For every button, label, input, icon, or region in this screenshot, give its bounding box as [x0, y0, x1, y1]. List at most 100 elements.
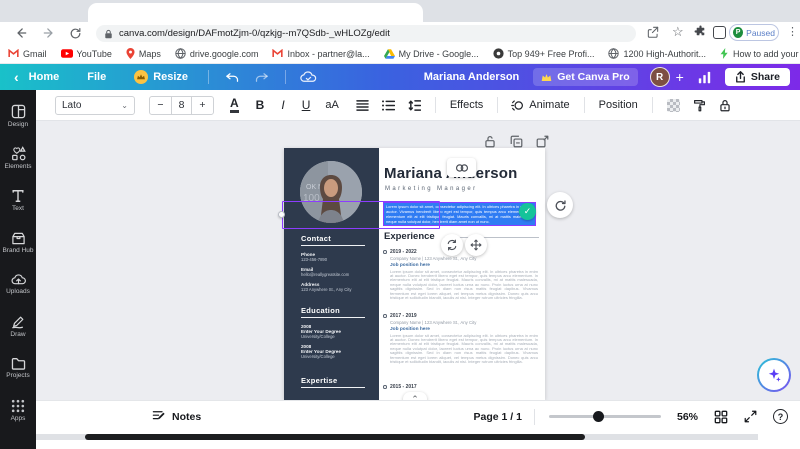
- back-home-chevron-icon[interactable]: ‹: [14, 69, 19, 85]
- zoom-slider[interactable]: [549, 415, 661, 418]
- back-icon[interactable]: [12, 24, 30, 42]
- position-button[interactable]: Position: [599, 99, 638, 111]
- bookmark-item[interactable]: 1200 High-Authorit...: [608, 48, 706, 59]
- font-family-select[interactable]: Lato ⌄: [55, 96, 135, 115]
- transparency-icon[interactable]: [667, 99, 680, 112]
- experience-entry[interactable]: 2017 - 2019 Company Name | 123 Anywhere …: [390, 313, 538, 365]
- rotate-button[interactable]: [547, 192, 573, 218]
- text-case-button[interactable]: aA: [325, 99, 338, 111]
- bookmark-item[interactable]: How to add your re...: [720, 48, 800, 59]
- sidebar-item-elements[interactable]: Elements: [0, 138, 36, 178]
- bookmark-item[interactable]: My Drive - Google...: [384, 49, 479, 59]
- font-size-increase[interactable]: +: [192, 97, 213, 114]
- page-indicator[interactable]: Page 1 / 1: [474, 411, 522, 423]
- share-page-icon[interactable]: [646, 25, 660, 39]
- move-handle-button[interactable]: [465, 234, 487, 256]
- copy-style-roller-icon[interactable]: [693, 99, 706, 112]
- horizontal-scrollbar-thumb[interactable]: [85, 434, 585, 440]
- grammarly-button[interactable]: ✓: [519, 203, 536, 220]
- job-body: Lorem ipsum dolor sit amet, consectetur …: [390, 334, 538, 365]
- spacing-icon[interactable]: [408, 100, 421, 111]
- lock-icon[interactable]: [719, 99, 731, 112]
- bookmark-item[interactable]: YouTube: [61, 49, 112, 59]
- crown-icon: [541, 73, 552, 82]
- sidebar-item-uploads[interactable]: Uploads: [0, 264, 36, 304]
- selected-summary-textbox[interactable]: Lorem ipsum dolor sit amet, consectetur …: [383, 202, 536, 226]
- bookmark-item[interactable]: drive.google.com: [175, 48, 259, 59]
- cloud-saved-icon[interactable]: [300, 70, 317, 84]
- home-button[interactable]: Home: [29, 71, 60, 83]
- canvas-area[interactable]: OK No 100 Contact Phone 123-456-7890 Ema…: [36, 121, 800, 400]
- help-button[interactable]: ?: [773, 409, 788, 424]
- bookmark-item[interactable]: Gmail: [8, 49, 47, 59]
- zoom-level[interactable]: 56%: [677, 411, 698, 423]
- selection-handle-left[interactable]: [278, 211, 285, 218]
- list-icon[interactable]: [382, 100, 395, 111]
- resume-page[interactable]: OK No 100 Contact Phone 123-456-7890 Ema…: [284, 148, 545, 400]
- undo-icon[interactable]: [225, 70, 240, 85]
- side-rail: Design Elements Text Brand Hub Uploads D…: [0, 90, 36, 449]
- collapse-toolbar-chevron[interactable]: ⌃: [403, 392, 427, 400]
- effects-button[interactable]: Effects: [450, 99, 483, 111]
- animate-icon[interactable]: [511, 99, 524, 112]
- notes-icon[interactable]: [152, 410, 166, 423]
- bold-button[interactable]: B: [256, 98, 265, 112]
- gmail-icon: [272, 49, 283, 58]
- sidebar-item-design[interactable]: Design: [0, 96, 36, 136]
- resume-sidebar[interactable]: OK No 100 Contact Phone 123-456-7890 Ema…: [284, 148, 379, 400]
- timeline-dot: [383, 385, 387, 389]
- timeline-dot: [383, 314, 387, 318]
- sidebar-item-brand-hub[interactable]: Brand Hub: [0, 222, 36, 262]
- underline-button[interactable]: U: [302, 98, 311, 112]
- italic-button[interactable]: I: [281, 98, 284, 112]
- font-size-decrease[interactable]: −: [150, 97, 171, 114]
- bookmark-item[interactable]: Top 949+ Free Profi...: [493, 48, 595, 59]
- experience-entry[interactable]: 2015 - 2017: [390, 384, 538, 390]
- bookmark-item[interactable]: Inbox - partner@la...: [272, 49, 369, 59]
- resize-button[interactable]: Resize: [153, 71, 188, 83]
- get-canva-pro-button[interactable]: Get Canva Pro: [533, 68, 637, 86]
- sidebar-item-draw[interactable]: Draw: [0, 306, 36, 346]
- bookmark-star-icon[interactable]: ☆: [672, 24, 684, 40]
- experience-entry[interactable]: 2019 - 2022 Company Name | 123 Anywhere …: [390, 249, 538, 301]
- insights-chart-icon[interactable]: [698, 71, 711, 84]
- share-button[interactable]: Share: [725, 68, 790, 86]
- animate-button[interactable]: Animate: [529, 99, 569, 111]
- magic-assistant-button[interactable]: [757, 358, 791, 392]
- forward-icon[interactable]: [40, 24, 58, 42]
- profile-square-icon[interactable]: [713, 26, 726, 39]
- floating-widget-button[interactable]: [447, 158, 476, 177]
- experience-heading[interactable]: Experience: [384, 231, 435, 242]
- bookmark-item[interactable]: Maps: [126, 48, 161, 59]
- text-color-button[interactable]: A: [230, 97, 239, 113]
- extensions-puzzle-icon[interactable]: [694, 25, 707, 38]
- resume-role[interactable]: Marketing Manager: [385, 186, 478, 192]
- browser-tab[interactable]: [88, 3, 423, 22]
- document-title[interactable]: Mariana Anderson: [424, 71, 520, 83]
- text-align-icon[interactable]: [356, 100, 369, 111]
- duplicate-page-icon[interactable]: [510, 135, 523, 148]
- font-size-stepper[interactable]: − 8 +: [149, 96, 214, 115]
- sidebar-item-text[interactable]: Text: [0, 180, 36, 220]
- redo-icon[interactable]: [254, 70, 269, 85]
- avatar[interactable]: R: [650, 67, 670, 87]
- site-icon: [493, 48, 504, 59]
- add-member-button[interactable]: +: [676, 69, 684, 85]
- profile-photo[interactable]: OK No 100: [300, 161, 362, 223]
- notes-button[interactable]: Notes: [172, 411, 201, 423]
- file-menu[interactable]: File: [87, 71, 106, 83]
- url-bar[interactable]: canva.com/design/DAFmotZjm-0/qzkjg--m7QS…: [96, 25, 636, 42]
- grid-view-icon[interactable]: [714, 410, 728, 424]
- job-dates: 2017 - 2019: [390, 313, 538, 319]
- sidebar-item-projects[interactable]: Projects: [0, 348, 36, 388]
- cycle-alternates-button[interactable]: [441, 234, 463, 256]
- browser-menu-icon[interactable]: ⋮: [787, 25, 798, 38]
- font-size-value[interactable]: 8: [171, 97, 192, 114]
- sidebar-item-apps[interactable]: Apps: [0, 390, 36, 430]
- fullscreen-icon[interactable]: [744, 410, 757, 423]
- add-page-icon[interactable]: [536, 135, 549, 148]
- extension-paused-badge[interactable]: P Paused: [729, 24, 779, 41]
- zoom-slider-knob[interactable]: [593, 411, 604, 422]
- reload-icon[interactable]: [66, 24, 84, 42]
- lock-page-icon[interactable]: [484, 135, 496, 148]
